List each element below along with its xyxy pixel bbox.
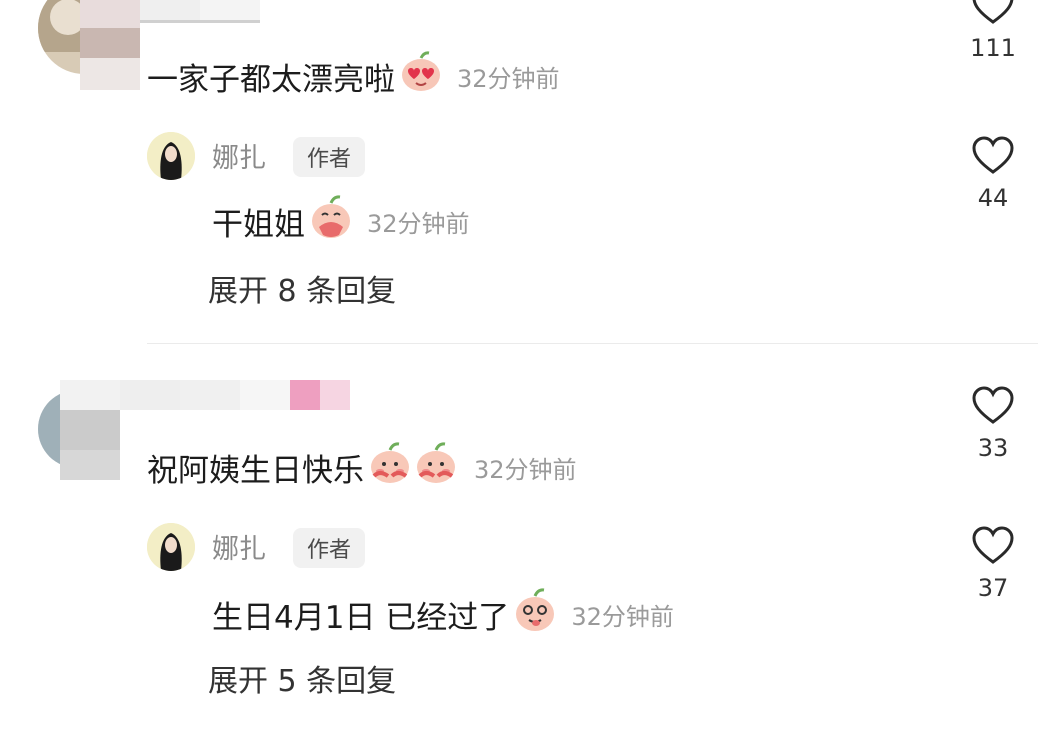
tongue-out-emoji-icon (513, 586, 557, 642)
comment-2: 祝阿姨生日快乐 32分钟前 33 娜扎 作者 生日4月1日 已经过了 32分钟前… (0, 350, 1038, 729)
like-button[interactable]: 37 (963, 526, 1023, 602)
expand-replies-button[interactable]: 展开 5 条回复 (208, 656, 396, 700)
like-button[interactable]: 44 (963, 136, 1023, 212)
reply-text-row: 生日4月1日 已经过了 32分钟前 (212, 586, 674, 642)
author-name[interactable]: 娜扎 (212, 136, 266, 175)
author-name[interactable]: 娜扎 (212, 527, 266, 566)
divider (147, 343, 1038, 344)
reply-time: 32分钟前 (367, 209, 470, 238)
expand-replies-button[interactable]: 展开 8 条回复 (208, 266, 396, 310)
cover-mouth-emoji-icon (309, 193, 353, 249)
comment-text-row: 一家子都太漂亮啦 32分钟前 (147, 50, 560, 102)
author-badge: 作者 (293, 528, 366, 568)
like-button[interactable]: 33 (963, 386, 1023, 462)
heart-icon (972, 0, 1014, 24)
like-count: 44 (977, 184, 1009, 212)
reply-text: 干姐姐 (212, 206, 305, 243)
reply-text: 生日4月1日 已经过了 (212, 599, 510, 636)
like-button[interactable]: 111 (963, 0, 1023, 62)
blushing-peach-emoji-icon (368, 440, 460, 494)
avatar-image (147, 132, 195, 180)
heart-icon (972, 526, 1014, 564)
comment-text-row: 祝阿姨生日快乐 32分钟前 (147, 440, 577, 494)
like-count: 111 (970, 34, 1016, 62)
heart-icon (972, 136, 1014, 174)
comment-1: 一家子都太漂亮啦 32分钟前 111 娜扎 作者 干姐姐 32分钟前 44 展开… (0, 0, 1038, 340)
avatar-image (147, 523, 195, 571)
heart-icon (972, 386, 1014, 424)
author-avatar[interactable] (147, 523, 195, 571)
heart-eyes-emoji-icon (399, 50, 443, 102)
reply-time: 32分钟前 (571, 602, 674, 631)
comment-time: 32分钟前 (457, 64, 560, 93)
like-count: 33 (977, 434, 1009, 462)
comment-text: 祝阿姨生日快乐 (147, 452, 364, 489)
reply-text-row: 干姐姐 32分钟前 (212, 193, 470, 249)
like-count: 37 (977, 574, 1009, 602)
author-avatar[interactable] (147, 132, 195, 180)
comment-text: 一家子都太漂亮啦 (147, 61, 395, 98)
comment-time: 32分钟前 (474, 455, 577, 484)
author-badge: 作者 (293, 137, 366, 177)
